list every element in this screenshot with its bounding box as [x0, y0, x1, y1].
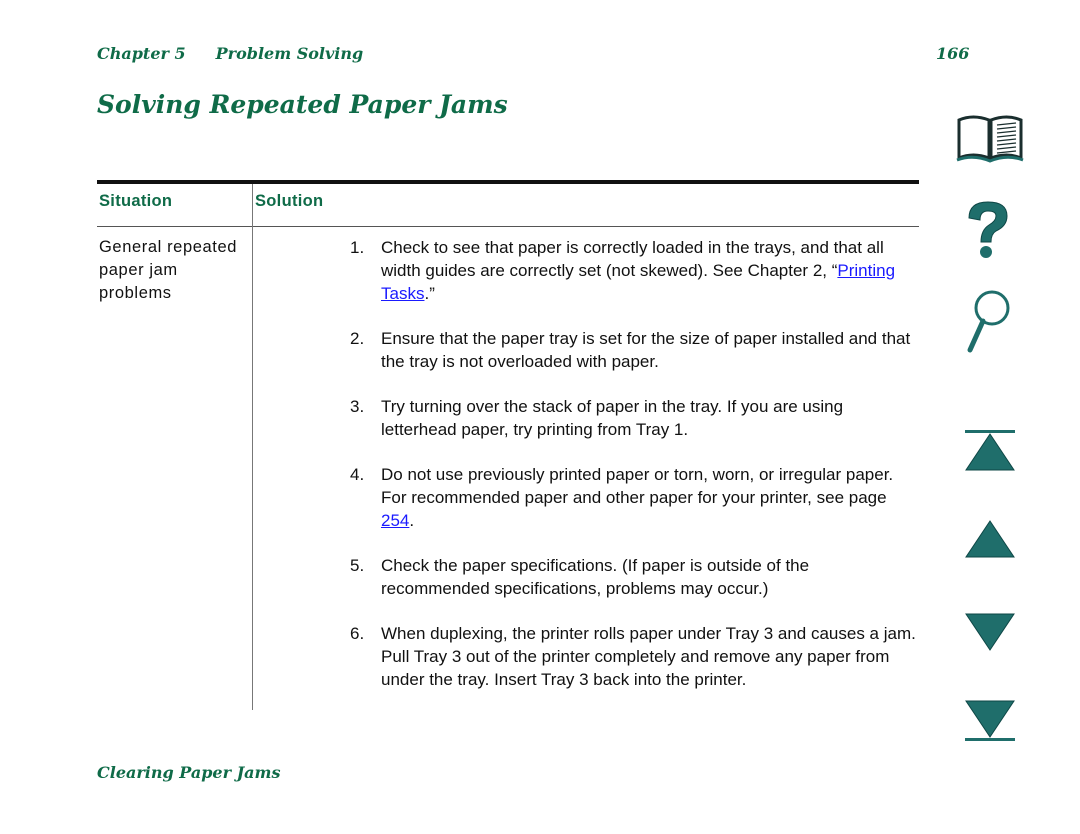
cross-reference-link[interactable]: 254 — [381, 511, 409, 530]
solution-item: 4. Do not use previously printed paper or… — [347, 463, 917, 532]
solution-text-end: .” — [424, 284, 435, 303]
running-header: Chapter 5 Problem Solving — [97, 44, 363, 63]
solution-text: Ensure that the paper tray is set for th… — [381, 329, 911, 371]
first-page-icon[interactable] — [962, 428, 1018, 472]
column-divider — [252, 184, 253, 710]
help-icon[interactable] — [963, 198, 1013, 260]
book-icon[interactable] — [955, 112, 1025, 164]
next-page-icon[interactable] — [962, 612, 1018, 652]
situation-solution-table: Situation Solution General repeated pape… — [97, 180, 919, 710]
previous-page-icon[interactable] — [962, 519, 1018, 559]
solution-item: 5. Check the paper specifications. (If pa… — [347, 554, 917, 600]
chapter-label: Chapter 5 — [97, 44, 186, 63]
solution-number: 3. — [350, 397, 365, 416]
solution-text-end: . — [409, 511, 415, 530]
column-header-solution: Solution — [255, 192, 324, 210]
footer-section-link[interactable]: Clearing Paper Jams — [97, 763, 280, 782]
solution-number: 4. — [350, 465, 365, 484]
column-header-situation: Situation — [99, 192, 173, 210]
solution-item: 2. Ensure that the paper tray is set for … — [347, 327, 917, 373]
solution-text: Do not use previously printed paper or t… — [381, 465, 894, 507]
solution-text: When duplexing, the printer rolls paper … — [381, 624, 916, 689]
solution-item: 1. Check to see that paper is correctly l… — [347, 236, 917, 305]
page-title: Solving Repeated Paper Jams — [97, 90, 508, 119]
solution-item: 3. Try turning over the stack of paper in… — [347, 395, 917, 441]
table-top-rule — [97, 180, 919, 184]
search-icon[interactable] — [962, 288, 1014, 354]
page-number: 166 — [936, 44, 970, 63]
solution-number: 1. — [350, 238, 365, 257]
solution-number: 2. — [350, 329, 365, 348]
solution-text: Check to see that paper is correctly loa… — [381, 238, 884, 280]
solution-text: Try turning over the stack of paper in t… — [381, 397, 844, 439]
table-header-rule — [97, 226, 919, 227]
solution-text: Check the paper specifications. (If pape… — [381, 556, 810, 598]
solution-number: 6. — [350, 624, 365, 643]
solution-item: 6. When duplexing, the printer rolls pape… — [347, 622, 917, 691]
last-page-icon[interactable] — [962, 699, 1018, 743]
solution-number: 5. — [350, 556, 365, 575]
solution-list: 1. Check to see that paper is correctly l… — [347, 236, 917, 713]
section-label: Problem Solving — [215, 44, 364, 63]
situation-cell: General repeated paper jam problems — [99, 238, 238, 302]
